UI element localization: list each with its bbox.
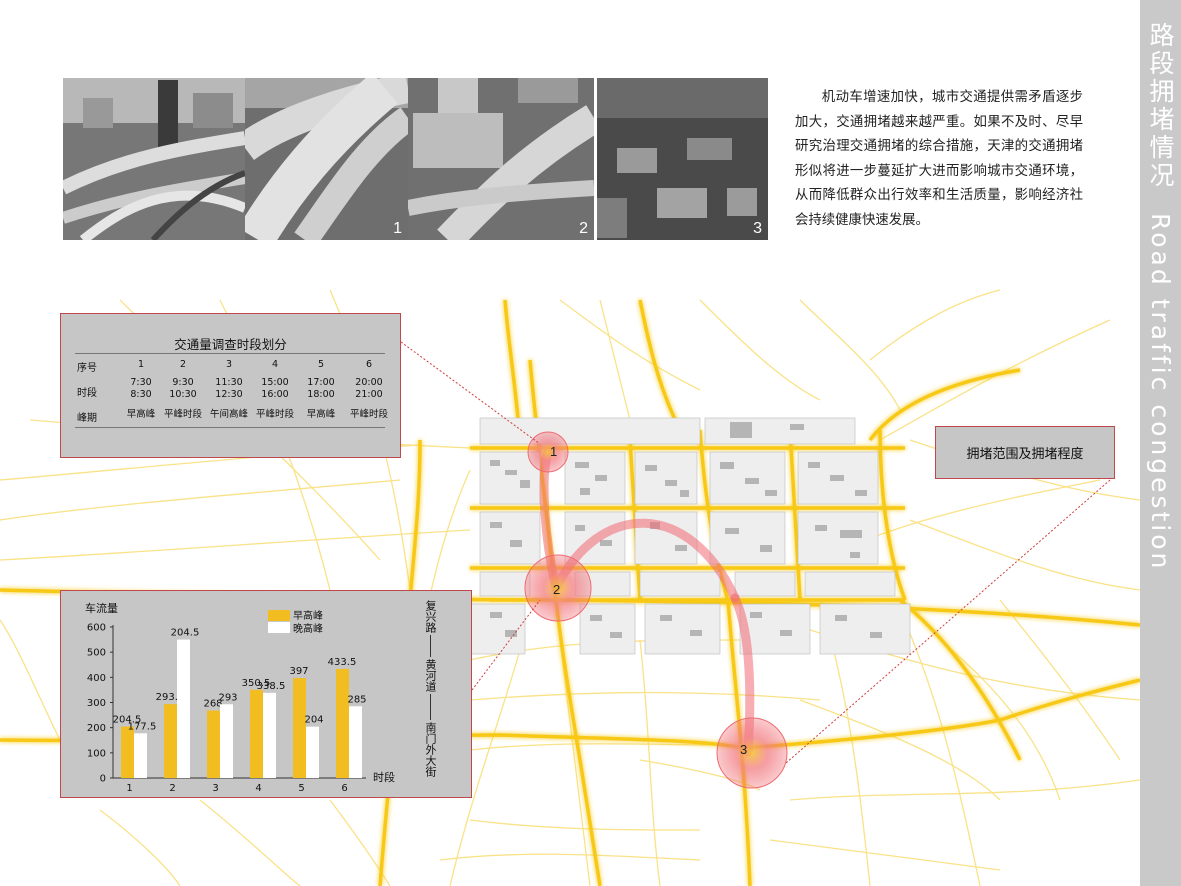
road-seg-3: 南门外大街 xyxy=(424,722,437,777)
bar-evening xyxy=(177,639,190,778)
bar-value-label: 177.5 xyxy=(128,721,157,732)
bar-evening xyxy=(349,706,362,778)
photo-number: 3 xyxy=(753,220,762,237)
bar-evening xyxy=(263,692,276,778)
bar-value-label: 338.5 xyxy=(257,681,286,692)
legend-swatch-evening xyxy=(268,622,290,633)
hotspot-marker-1: 1 xyxy=(550,444,558,459)
legend-label-morning: 早高峰 xyxy=(293,609,323,622)
intro-paragraph: 机动车增速加快，城市交通提供需矛盾逐步加大，交通拥堵越来越严重。如果不及时、尽早… xyxy=(795,86,1083,233)
y-tick-label: 0 xyxy=(100,774,106,785)
schedule-end-cell: 21:00 xyxy=(355,389,383,400)
bar-value-label: 293 xyxy=(218,692,237,703)
sidebar-title-en: Road traffic congestion xyxy=(1146,212,1175,572)
bar-evening xyxy=(134,733,147,778)
survey-schedule-panel: 交通量调查时段划分 序号 时段 峰期 1 7:30 8:30 早高峰 2 9:30 10:3… xyxy=(60,313,401,458)
row-label-time: 时段 xyxy=(77,388,97,399)
bar-morning xyxy=(121,726,134,778)
bar-value-label: 204 xyxy=(304,715,323,726)
sidebar-title: 路段拥堵情况 Road traffic congestion xyxy=(1140,22,1181,571)
x-axis-title: 时段 xyxy=(373,770,395,784)
photo-overpass-image xyxy=(63,78,245,240)
hotspot-marker-3: 3 xyxy=(740,742,748,757)
traffic-flow-chart-panel: 0 100 200 300 400 500 600 车流量时段 早高峰 晚高峰 204.5 177.5… xyxy=(60,590,472,798)
bar-morning xyxy=(293,678,306,778)
legend-swatch-morning xyxy=(268,610,290,621)
y-tick-label: 200 xyxy=(87,723,106,734)
bar-morning xyxy=(207,710,220,778)
y-tick-label: 400 xyxy=(87,673,106,684)
road-segment-label: 复兴路 黄河道 南门外大街 xyxy=(412,600,448,777)
x-tick-label: 3 xyxy=(212,783,218,794)
bar-value-label: 204.5 xyxy=(171,628,200,639)
bar-value-label: 285 xyxy=(347,694,366,705)
x-tick-label: 5 xyxy=(298,783,304,794)
traffic-flow-chart: 0 100 200 300 400 500 600 车流量时段 早高峰晚高峰 204.5 177.5… xyxy=(85,601,395,794)
road-seg-2: 黄河道 xyxy=(424,659,437,692)
sidebar-title-cn: 路段拥堵情况 xyxy=(1146,22,1175,190)
intro-text: 机动车增速加快，城市交通提供需矛盾逐步加大，交通拥堵越来越严重。如果不及时、尽早… xyxy=(795,90,1083,228)
congestion-label-text: 拥堵范围及拥堵程度 xyxy=(966,447,1084,462)
y-axis-title: 车流量 xyxy=(85,601,118,615)
schedule-index-cell: 6 xyxy=(365,359,373,370)
road-seg-1: 复兴路 xyxy=(424,600,437,633)
x-tick-label: 1 xyxy=(126,783,132,794)
photo-overpass xyxy=(63,78,245,240)
photo-number: 1 xyxy=(393,220,402,237)
row-label-index: 序号 xyxy=(77,363,97,374)
x-tick-label: 4 xyxy=(255,783,261,794)
schedule-peak-cell: 平峰时段 xyxy=(349,409,388,420)
bar-value-label: 397 xyxy=(289,666,308,677)
road-dash xyxy=(429,694,431,720)
legend-label-evening: 晚高峰 xyxy=(293,622,323,635)
road-dash xyxy=(429,635,431,657)
congestion-scope-label: 拥堵范围及拥堵程度 xyxy=(935,426,1115,479)
photo-3-image xyxy=(597,78,768,240)
photo-1: 1 xyxy=(245,78,408,240)
photo-1-image xyxy=(245,78,408,240)
bar-morning xyxy=(164,704,177,778)
y-tick-label: 300 xyxy=(87,698,106,709)
x-tick-label: 2 xyxy=(169,783,175,794)
schedule-rule-bottom xyxy=(75,427,385,428)
sidebar: 路段拥堵情况 Road traffic congestion xyxy=(1140,0,1181,886)
hotspot-marker-2: 2 xyxy=(553,582,561,597)
y-tick-label: 600 xyxy=(87,623,106,634)
bar-morning xyxy=(336,668,349,778)
row-label-peak: 峰期 xyxy=(77,413,97,424)
photo-2-image xyxy=(408,78,594,240)
photo-number: 2 xyxy=(579,220,588,237)
bar-evening xyxy=(220,704,233,778)
bar-value-label: 433.5 xyxy=(328,657,357,668)
schedule-start-cell: 20:00 xyxy=(355,377,383,388)
photo-2: 2 xyxy=(408,78,594,240)
bar-morning xyxy=(250,689,263,778)
schedule-title: 交通量调查时段划分 xyxy=(174,337,287,352)
x-tick-label: 6 xyxy=(341,783,347,794)
schedule-rule-top xyxy=(75,353,385,354)
y-tick-label: 100 xyxy=(87,748,106,759)
y-tick-label: 500 xyxy=(87,648,106,659)
photo-3: 3 xyxy=(597,78,768,240)
bar-evening xyxy=(306,726,319,778)
